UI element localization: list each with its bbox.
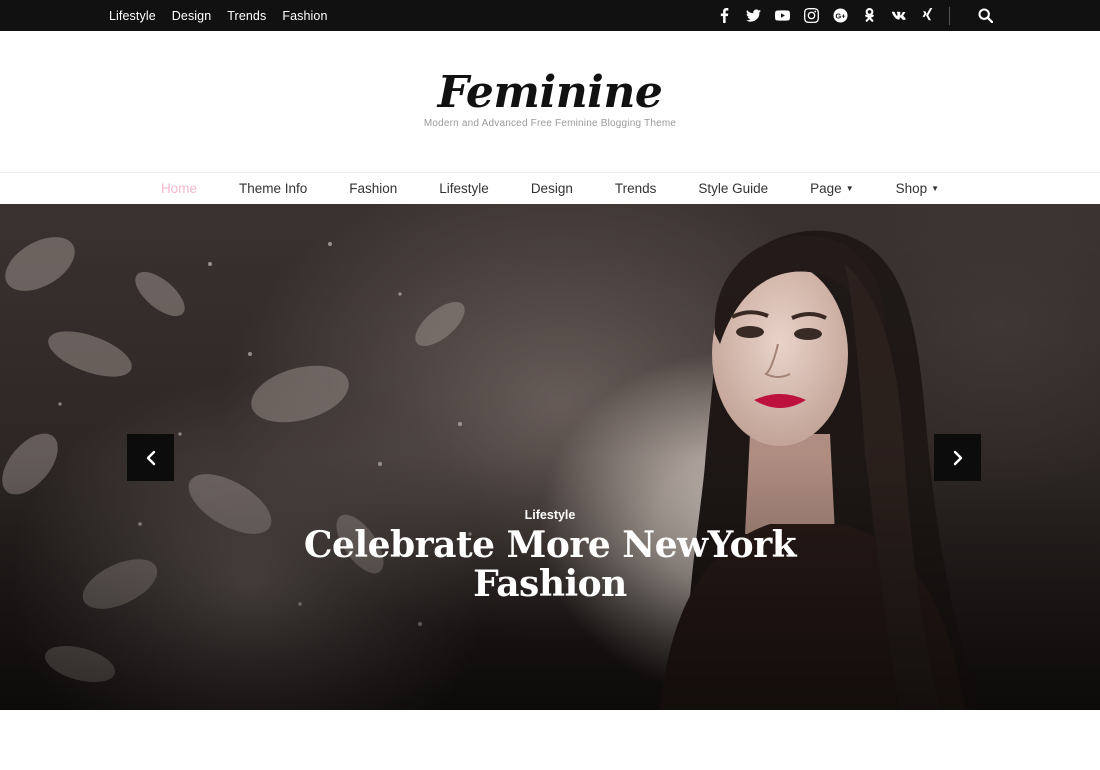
twitter-icon[interactable] [739,0,768,31]
chevron-down-icon: ▼ [845,184,854,193]
top-link-design[interactable]: Design [172,9,212,23]
social-divider [949,6,950,25]
nav-item-lifestyle[interactable]: Lifestyle [418,181,510,196]
nav-item-home[interactable]: Home [140,181,218,196]
facebook-icon[interactable] [710,0,739,31]
top-link-lifestyle[interactable]: Lifestyle [109,9,156,23]
nav-item-page[interactable]: Page ▼ [789,181,874,196]
google-plus-icon[interactable]: G+ [826,0,855,31]
site-title[interactable]: Feminine [0,67,1100,118]
chevron-left-icon [146,450,155,465]
odnoklassniki-icon[interactable] [855,0,884,31]
top-link-trends[interactable]: Trends [227,9,266,23]
youtube-icon[interactable] [768,0,797,31]
slider-next-button[interactable] [934,434,981,481]
xing-icon[interactable] [913,0,942,31]
nav-item-label: Page [810,181,842,196]
site-branding: Feminine Modern and Advanced Free Femini… [0,31,1100,172]
nav-item-label: Theme Info [238,181,308,196]
search-icon[interactable] [974,0,996,31]
chevron-down-icon: ▼ [931,184,940,193]
top-link-fashion[interactable]: Fashion [282,9,327,23]
nav-item-shop[interactable]: Shop ▼ [875,181,960,196]
svg-text:G+: G+ [835,11,846,20]
chevron-right-icon [953,450,962,465]
nav-item-label: Design [530,181,573,196]
hero-category-link[interactable]: Lifestyle [0,508,1100,522]
hero-post-title[interactable]: Celebrate More NewYork Fashion [300,526,800,604]
nav-item-label: Trends [614,181,657,196]
nav-item-label: Shop [895,181,928,196]
site-description: Modern and Advanced Free Feminine Bloggi… [423,118,677,129]
instagram-icon[interactable] [797,0,826,31]
social-links: G+ [710,0,964,31]
top-menu: Lifestyle Design Trends Fashion [109,0,328,31]
hero-slider: Lifestyle Celebrate More NewYork Fashion [0,204,1100,710]
nav-item-style-guide[interactable]: Style Guide [677,181,789,196]
nav-item-theme-info[interactable]: Theme Info [218,181,328,196]
nav-item-design[interactable]: Design [510,181,594,196]
nav-item-trends[interactable]: Trends [594,181,678,196]
slider-prev-button[interactable] [127,434,174,481]
vk-icon[interactable] [884,0,913,31]
nav-item-label: Fashion [349,181,398,196]
nav-item-label: Home [160,181,197,196]
nav-item-label: Lifestyle [439,181,489,196]
nav-item-fashion[interactable]: Fashion [328,181,418,196]
top-bar: Lifestyle Design Trends Fashion G+ [0,0,1100,31]
main-navigation: Home Theme Info Fashion Lifestyle Design… [0,172,1100,204]
nav-item-label: Style Guide [698,181,769,196]
